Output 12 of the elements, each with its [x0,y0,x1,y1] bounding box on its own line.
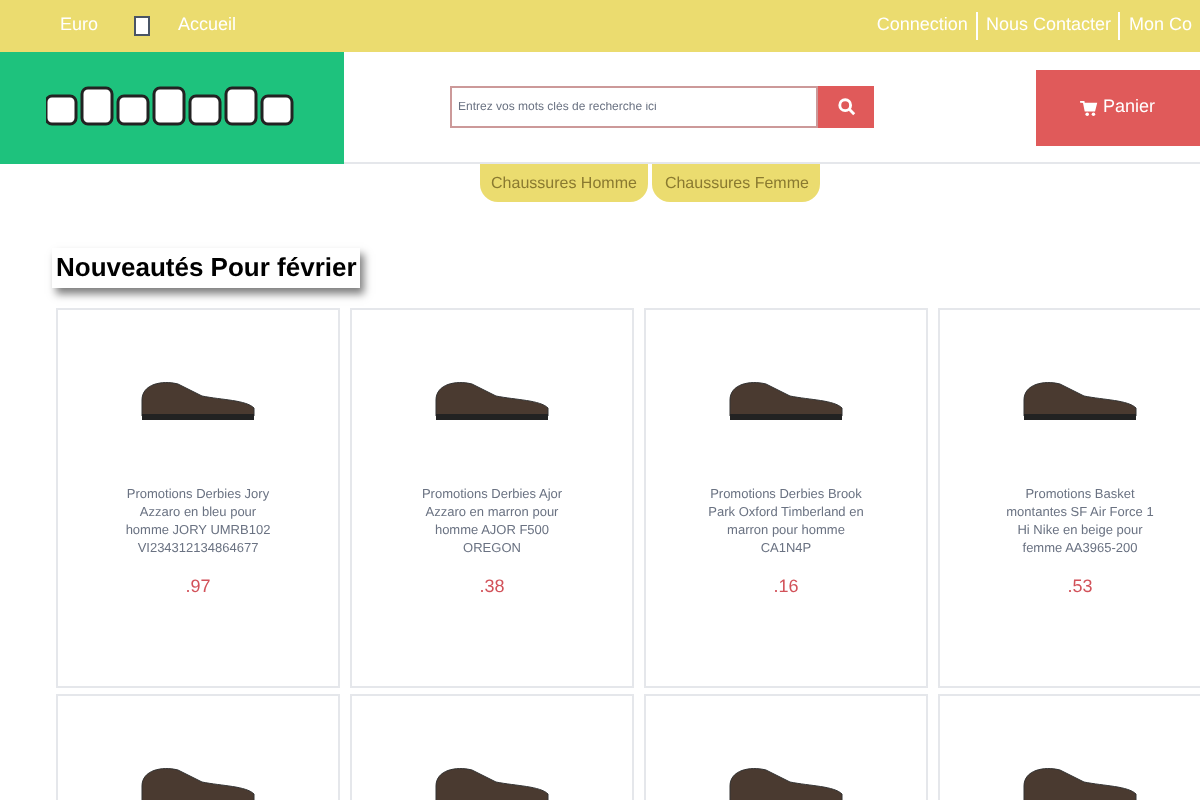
product-price: .53 [1067,574,1093,600]
product-price: .38 [479,574,505,600]
section-title: Nouveautés Pour février [52,248,361,287]
flag-icon [134,16,151,36]
cart-button[interactable]: Panier [1036,69,1200,145]
cart-icon [1080,99,1099,115]
nav-tab[interactable]: Chaussures Femme [652,164,821,202]
search-button[interactable] [818,86,874,128]
product-price: .16 [773,574,799,600]
nav-tab[interactable]: Chaussures Homme [479,164,649,202]
search-icon [837,98,855,116]
product-price: .97 [185,574,211,600]
